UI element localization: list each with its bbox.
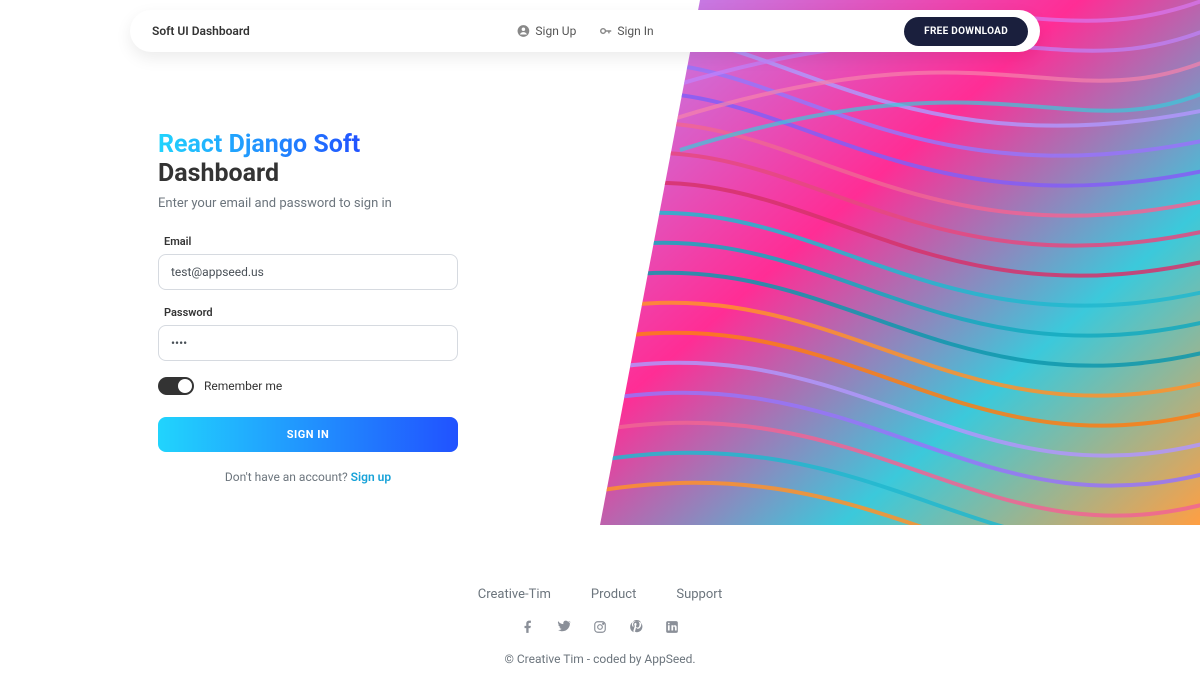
signin-form: React Django Soft Dashboard Enter your e… [158,130,458,484]
instagram-icon[interactable] [593,620,607,634]
navbar: Soft UI Dashboard Sign Up Sign In FREE D… [130,10,1040,52]
facebook-icon[interactable] [521,620,535,634]
email-input[interactable] [158,254,458,290]
password-label: Password [164,306,458,319]
nav-signin[interactable]: Sign In [598,24,653,38]
nav-signin-label: Sign In [617,24,653,38]
footer-link-product[interactable]: Product [591,587,636,602]
page-title: React Django Soft Dashboard [158,130,458,188]
pinterest-icon[interactable] [629,620,643,634]
signin-button[interactable]: SIGN IN [158,417,458,452]
toggle-knob [178,379,192,393]
twitter-icon[interactable] [557,620,571,634]
page-subtitle: Enter your email and password to sign in [158,196,458,211]
social-icons [0,620,1200,634]
signup-link[interactable]: Sign up [351,470,391,484]
remember-me-label: Remember me [204,379,282,393]
title-plain-part: Dashboard [158,159,279,188]
download-button[interactable]: FREE DOWNLOAD [904,17,1028,46]
remember-me-row: Remember me [158,377,458,395]
nav-signup-label: Sign Up [535,24,576,38]
remember-me-toggle[interactable] [158,377,194,395]
key-icon [598,24,612,38]
user-circle-icon [516,24,530,38]
password-input[interactable] [158,325,458,361]
footer-links: Creative-Tim Product Support [0,587,1200,602]
footer-link-creative-tim[interactable]: Creative-Tim [478,587,551,602]
signup-prompt: Don't have an account? Sign up [158,470,458,484]
hero-image [600,0,1200,525]
footer: Creative-Tim Product Support © Creative … [0,587,1200,666]
nav-signup[interactable]: Sign Up [516,24,576,38]
nav-links: Sign Up Sign In [516,24,653,38]
email-label: Email [164,235,458,248]
linkedin-icon[interactable] [665,620,679,634]
footer-link-support[interactable]: Support [676,587,722,602]
title-gradient-part: React Django Soft [158,130,360,159]
brand-label: Soft UI Dashboard [152,24,250,38]
copyright-text: © Creative Tim - coded by AppSeed. [0,652,1200,666]
no-account-text: Don't have an account? [225,470,351,484]
